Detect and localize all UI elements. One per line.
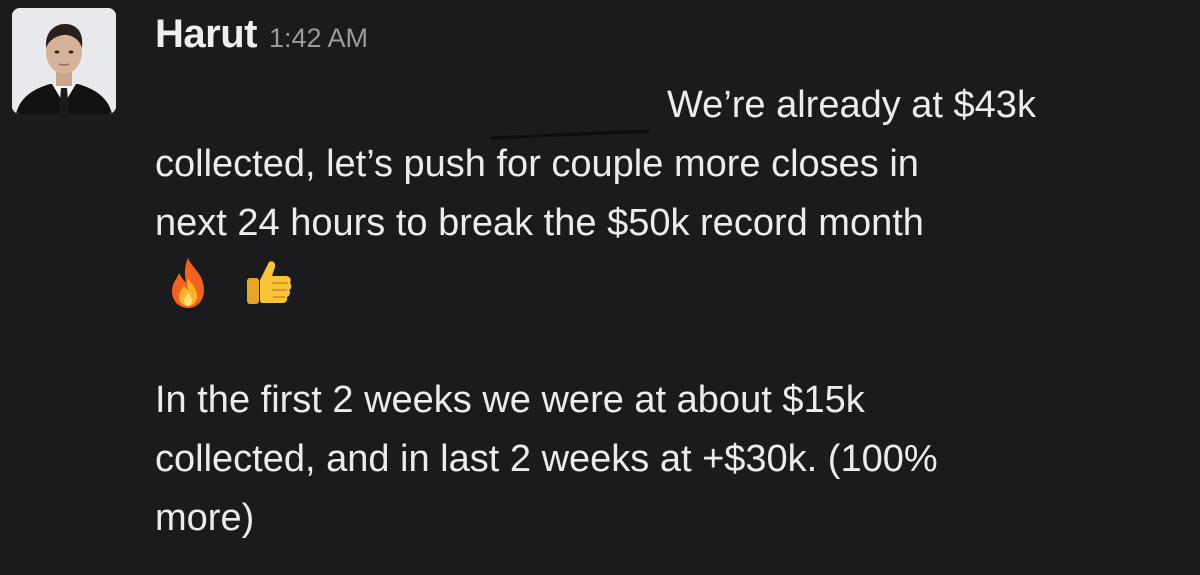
message-line: In the first 2 weeks we were at about $1…	[155, 379, 865, 421]
message-line: next 24 hours to break the $50k record m…	[155, 202, 924, 244]
message-line: We’re already at $43k	[667, 84, 1036, 126]
message-timestamp[interactable]: 1:42 AM	[269, 23, 368, 54]
thumbs-up-emoji	[239, 254, 297, 312]
message-header: Harut 1:42 AM	[155, 12, 368, 62]
chat-message: Harut 1:42 AM We’re already at $43k coll…	[0, 0, 1200, 575]
message-line: collected, let’s push for couple more cl…	[155, 143, 919, 185]
inline-emoji-row	[155, 253, 1190, 312]
fire-emoji	[159, 254, 217, 312]
avatar[interactable]	[12, 8, 116, 114]
message-line: more)	[155, 497, 255, 539]
sender-name[interactable]: Harut	[155, 12, 257, 57]
message-body: We’re already at $43k collected, let’s p…	[155, 76, 1190, 548]
message-line: collected, and in last 2 weeks at +$30k.…	[155, 438, 938, 480]
